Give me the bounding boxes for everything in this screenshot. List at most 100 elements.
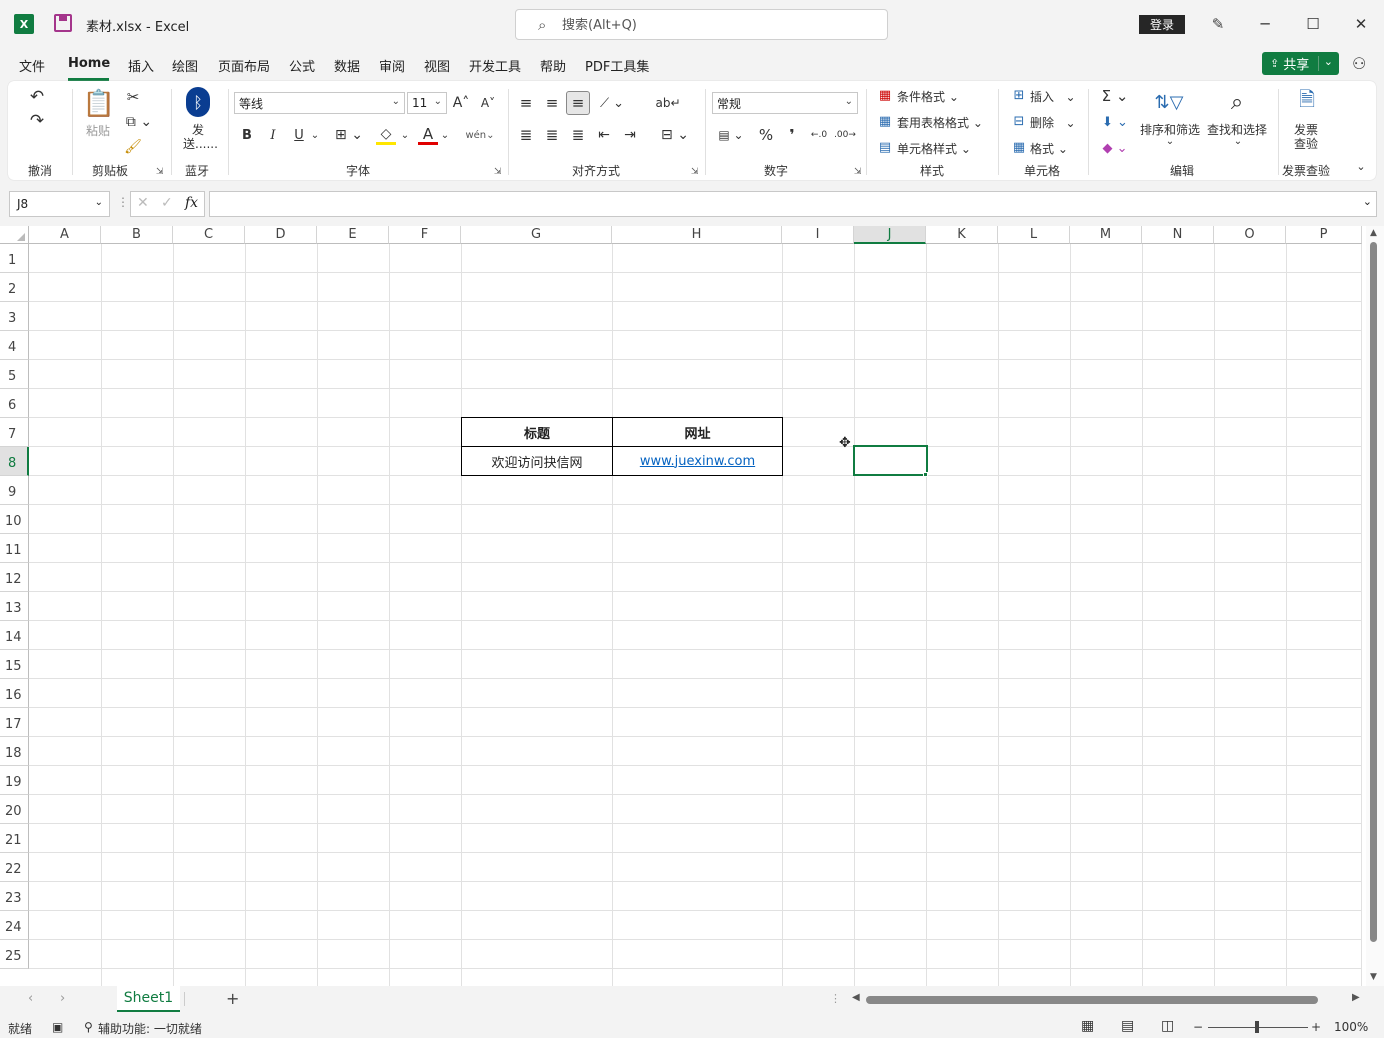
cell-area[interactable]: 标题 网址 欢迎访问抉信网 www.juexinw.com ✥ bbox=[29, 244, 1362, 986]
next-sheet-icon[interactable]: › bbox=[60, 991, 65, 1006]
vertical-scroll-thumb[interactable] bbox=[1370, 242, 1377, 942]
zoom-level[interactable]: 100% bbox=[1334, 1020, 1368, 1034]
table-format-button[interactable]: 套用表格格式 ⌄ bbox=[897, 114, 983, 131]
column-header[interactable]: I bbox=[782, 226, 854, 244]
tab-data[interactable]: 数据 bbox=[334, 56, 360, 75]
tab-formulas[interactable]: 公式 bbox=[289, 56, 315, 75]
horizontal-scroll-thumb[interactable] bbox=[866, 996, 1318, 1004]
row-header[interactable]: 13 bbox=[0, 592, 29, 621]
normal-view-icon[interactable]: ▦ bbox=[1081, 1018, 1094, 1034]
align-middle-icon[interactable]: ≡ bbox=[542, 93, 562, 113]
wrap-text-icon[interactable]: ab↵ bbox=[655, 93, 680, 113]
dialog-launcher-icon[interactable]: ⇲ bbox=[691, 167, 699, 177]
save-icon[interactable] bbox=[54, 14, 72, 32]
row-header[interactable]: 22 bbox=[0, 853, 29, 882]
tab-page-layout[interactable]: 页面布局 bbox=[218, 56, 270, 75]
share-button[interactable]: ⇪ 共享 ⌄ bbox=[1262, 52, 1339, 75]
worksheet-grid[interactable]: A B C D E F G H I J K L M N O P 1 2 3 4 … bbox=[0, 226, 1384, 986]
maximize-button[interactable]: ☐ bbox=[1301, 12, 1325, 36]
login-button[interactable]: 登录 bbox=[1139, 15, 1185, 34]
page-break-view-icon[interactable]: ◫ bbox=[1161, 1018, 1174, 1034]
comma-style-button[interactable]: ❜ bbox=[782, 125, 802, 145]
vertical-scrollbar[interactable]: ▲ ▼ bbox=[1366, 226, 1384, 986]
cell-style-button[interactable]: 单元格样式 ⌄ bbox=[897, 140, 971, 157]
row-header[interactable]: 5 bbox=[0, 360, 29, 389]
accessibility-status[interactable]: 辅助功能: 一切就绪 bbox=[98, 1020, 202, 1037]
sort-filter-icon[interactable]: ⇅▽ bbox=[1152, 87, 1186, 117]
align-right-icon[interactable]: ≣ bbox=[568, 125, 588, 145]
decrease-font-icon[interactable]: A˅ bbox=[478, 93, 498, 113]
row-header[interactable]: 25 bbox=[0, 940, 29, 969]
chevron-down-icon[interactable]: ⌄ bbox=[1363, 195, 1372, 208]
fill-color-icon[interactable]: ◇ bbox=[376, 125, 396, 145]
row-header[interactable]: 21 bbox=[0, 824, 29, 853]
column-header[interactable]: O bbox=[1214, 226, 1286, 244]
magnifier-icon[interactable]: ⌕ bbox=[1220, 87, 1254, 117]
column-header-selected[interactable]: J bbox=[854, 226, 926, 244]
pen-icon[interactable]: ✎ bbox=[1208, 14, 1228, 34]
insert-function-button[interactable]: fx bbox=[185, 195, 198, 211]
dialog-launcher-icon[interactable]: ⇲ bbox=[156, 167, 164, 177]
chevron-down-icon[interactable]: ⌄ bbox=[440, 125, 450, 145]
chevron-down-icon[interactable]: ⌄ bbox=[400, 125, 410, 145]
increase-indent-icon[interactable]: ⇥ bbox=[620, 125, 640, 145]
sheet-tab-sheet1[interactable]: Sheet1 bbox=[117, 986, 180, 1012]
column-header[interactable]: F bbox=[389, 226, 461, 244]
tab-view[interactable]: 视图 bbox=[424, 56, 450, 75]
accessibility-icon[interactable]: ⚲ bbox=[84, 1020, 93, 1034]
scroll-down-icon[interactable]: ▼ bbox=[1370, 972, 1377, 982]
row-header[interactable]: 16 bbox=[0, 679, 29, 708]
formula-input[interactable]: ⌄ bbox=[209, 191, 1377, 217]
column-header[interactable]: P bbox=[1286, 226, 1362, 244]
row-header[interactable]: 14 bbox=[0, 621, 29, 650]
tab-home[interactable]: Home bbox=[68, 56, 110, 71]
enter-check-icon[interactable]: ✓ bbox=[161, 195, 173, 211]
row-header[interactable]: 15 bbox=[0, 650, 29, 679]
invoice-check-icon[interactable]: 🗎 bbox=[1292, 87, 1322, 117]
close-button[interactable]: ✕ bbox=[1349, 12, 1373, 36]
undo-icon[interactable]: ↶ bbox=[22, 87, 52, 107]
column-header[interactable]: D bbox=[245, 226, 317, 244]
paste-icon[interactable]: 📋 bbox=[83, 87, 115, 121]
font-name-select[interactable]: 等线 ⌄ bbox=[234, 92, 405, 114]
prev-sheet-icon[interactable]: ‹ bbox=[28, 991, 33, 1006]
zoom-slider-thumb[interactable] bbox=[1255, 1021, 1259, 1033]
accounting-format-icon[interactable]: ▤ ⌄ bbox=[714, 125, 748, 145]
row-header[interactable]: 12 bbox=[0, 563, 29, 592]
chevron-down-icon[interactable]: ⌄ bbox=[310, 125, 320, 145]
macro-record-icon[interactable]: ▣ bbox=[52, 1020, 63, 1034]
tab-file[interactable]: 文件 bbox=[19, 56, 45, 75]
chevron-down-icon[interactable]: ⌄ bbox=[95, 197, 103, 208]
zoom-in-button[interactable]: + bbox=[1311, 1020, 1321, 1034]
format-cells-button[interactable]: 格式 ⌄ bbox=[1030, 140, 1068, 157]
table-cell[interactable]: 欢迎访问抉信网 bbox=[461, 446, 613, 476]
increase-decimal-icon[interactable]: ←.0 bbox=[808, 125, 830, 145]
row-header[interactable]: 23 bbox=[0, 882, 29, 911]
column-header[interactable]: N bbox=[1142, 226, 1214, 244]
font-size-select[interactable]: 11 ⌄ bbox=[407, 92, 447, 114]
row-header[interactable]: 11 bbox=[0, 534, 29, 563]
table-header-cell[interactable]: 标题 bbox=[461, 417, 613, 447]
align-center-icon[interactable]: ≣ bbox=[542, 125, 562, 145]
borders-icon[interactable]: ⊞ ⌄ bbox=[332, 125, 366, 145]
row-header[interactable]: 17 bbox=[0, 708, 29, 737]
tab-developer[interactable]: 开发工具 bbox=[469, 56, 521, 75]
dialog-launcher-icon[interactable]: ⇲ bbox=[854, 167, 862, 177]
column-header[interactable]: G bbox=[461, 226, 612, 244]
row-header[interactable]: 18 bbox=[0, 737, 29, 766]
tab-pdf-tools[interactable]: PDF工具集 bbox=[585, 56, 649, 75]
row-header[interactable]: 20 bbox=[0, 795, 29, 824]
hyperlink[interactable]: www.juexinw.com bbox=[640, 454, 755, 469]
number-format-select[interactable]: 常规 ⌄ bbox=[712, 92, 858, 114]
tab-review[interactable]: 审阅 bbox=[379, 56, 405, 75]
redo-icon[interactable]: ↷ bbox=[22, 111, 52, 131]
table-cell[interactable]: www.juexinw.com bbox=[612, 446, 783, 476]
search-box[interactable]: ⌕ bbox=[515, 9, 888, 40]
row-header[interactable]: 4 bbox=[0, 331, 29, 360]
tab-help[interactable]: 帮助 bbox=[540, 56, 566, 75]
select-all-corner[interactable] bbox=[0, 226, 29, 244]
copy-icon[interactable]: ⧉ ⌄ bbox=[122, 112, 156, 132]
table-header-cell[interactable]: 网址 bbox=[612, 417, 783, 447]
chevron-down-icon[interactable]: ⌄ bbox=[1324, 55, 1333, 68]
align-bottom-icon[interactable]: ≡ bbox=[566, 91, 590, 115]
